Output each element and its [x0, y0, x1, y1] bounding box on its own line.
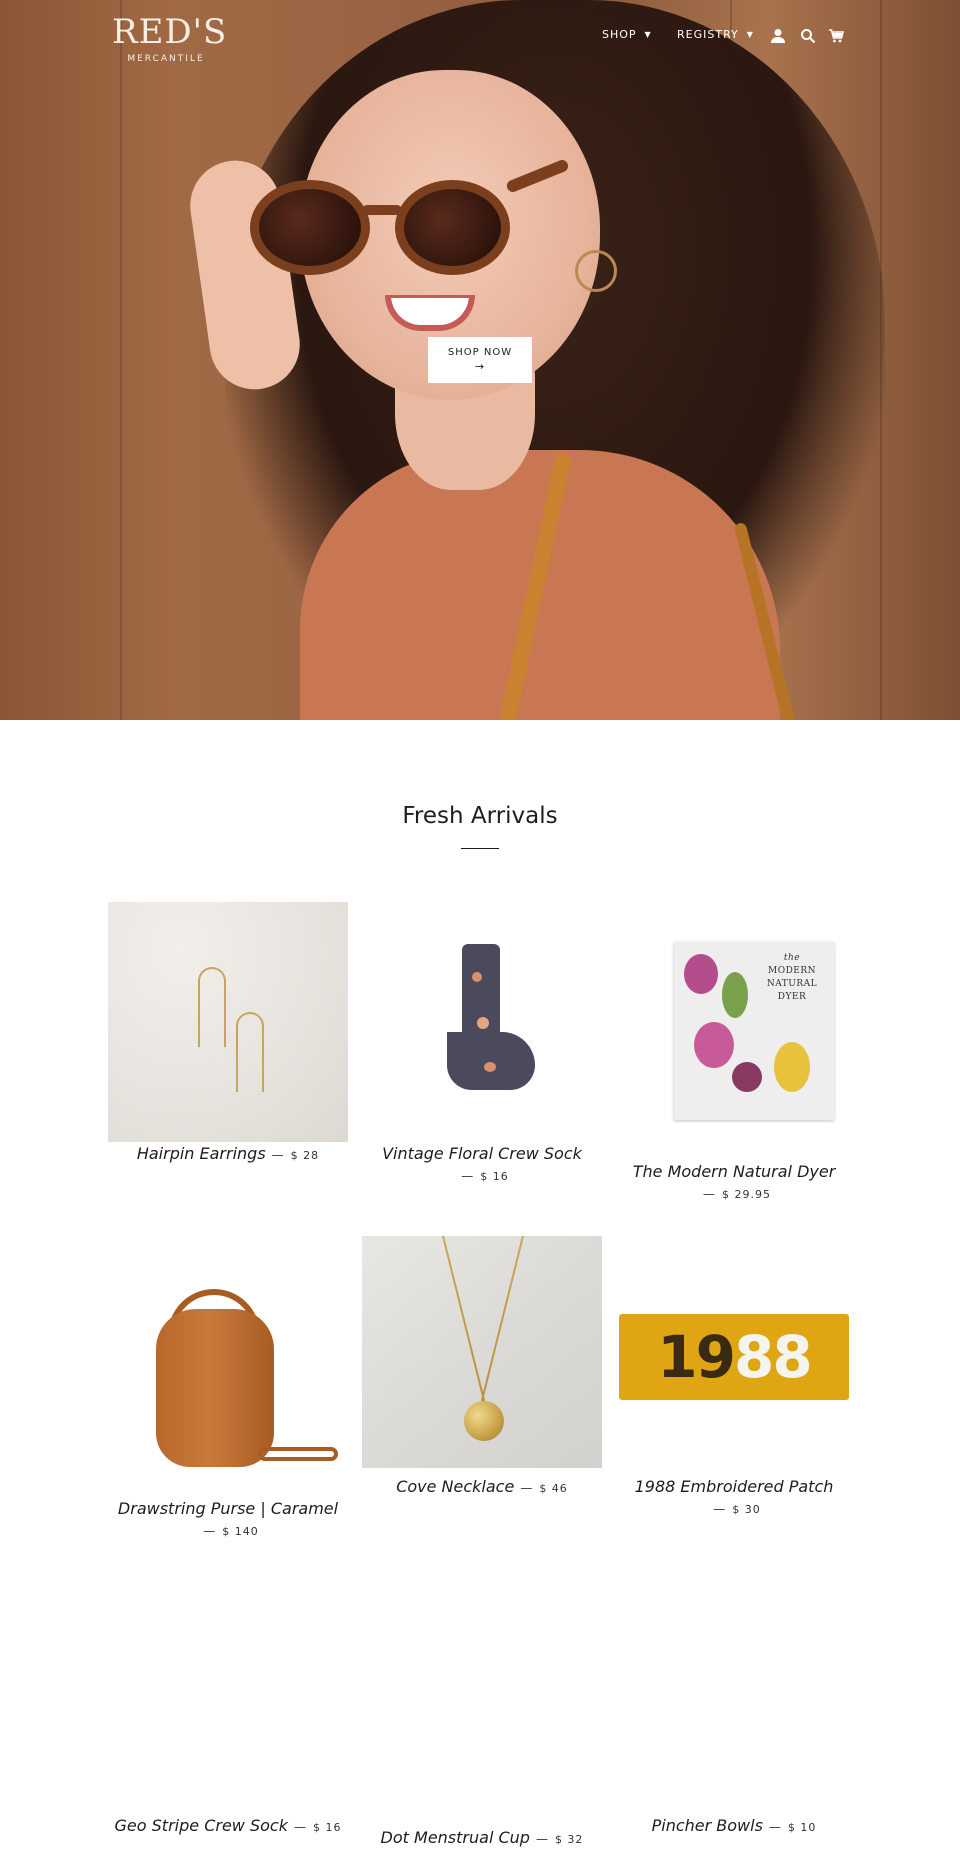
- nav-registry-label: REGISTRY: [677, 28, 739, 41]
- product-meta: Pincher Bowls — $ 10: [614, 1815, 854, 1838]
- product-meta: Dot Menstrual Cup — $ 32: [362, 1827, 602, 1850]
- product-image[interactable]: [362, 902, 602, 1142]
- product-meta: Vintage Floral Crew Sock — $ 16: [362, 1143, 602, 1187]
- product-image[interactable]: [108, 902, 348, 1142]
- book-title-line: MODERN: [767, 966, 817, 976]
- product-name[interactable]: Geo Stripe Crew Sock: [115, 1816, 288, 1835]
- product-name[interactable]: Cove Necklace: [396, 1477, 514, 1496]
- plant-decor: [722, 972, 748, 1018]
- sunglasses-bridge: [362, 205, 402, 215]
- necklace-pendant: [464, 1401, 504, 1441]
- product-meta: Cove Necklace — $ 46: [362, 1476, 602, 1499]
- product-image[interactable]: [108, 1570, 348, 1810]
- price-dash: —: [535, 1832, 548, 1846]
- product-price: $ 140: [222, 1525, 259, 1538]
- product-name[interactable]: Vintage Floral Crew Sock: [382, 1144, 582, 1163]
- floral-dot: [484, 1062, 496, 1072]
- floral-dot: [477, 1017, 489, 1029]
- product-image[interactable]: 19 88: [614, 1236, 854, 1476]
- sunglasses-lens-left: [250, 180, 370, 275]
- site-logo[interactable]: RED'S MERCANTILE: [112, 12, 228, 64]
- nav-shop[interactable]: SHOP ▼: [602, 28, 652, 41]
- sunglasses-lens-right: [395, 180, 510, 275]
- search-icon[interactable]: [800, 28, 818, 46]
- price-dash: —: [520, 1481, 533, 1495]
- plant-decor: [694, 1022, 734, 1068]
- price-dash: —: [293, 1820, 306, 1834]
- product-name[interactable]: Dot Menstrual Cup: [381, 1828, 530, 1847]
- nav-registry[interactable]: REGISTRY ▼: [677, 28, 754, 41]
- product-image[interactable]: [362, 1236, 602, 1468]
- product-image[interactable]: [108, 1237, 348, 1477]
- product-name[interactable]: Hairpin Earrings: [137, 1144, 266, 1163]
- price-dash: —: [768, 1820, 781, 1834]
- title-divider: [461, 848, 499, 849]
- product-price: $ 32: [554, 1833, 584, 1846]
- product-price: $ 16: [312, 1821, 342, 1834]
- logo-subtitle: MERCANTILE: [127, 54, 205, 64]
- product-image[interactable]: the MODERN NATURAL DYER: [614, 902, 854, 1142]
- caret-down-icon: ▼: [644, 30, 652, 39]
- plant-decor: [774, 1042, 810, 1092]
- product-price: $ 29.95: [722, 1188, 771, 1201]
- shop-now-label: SHOP NOW: [447, 347, 513, 358]
- product-price: $ 46: [539, 1482, 568, 1495]
- earring-shape: [198, 967, 226, 1047]
- price-dash: —: [203, 1524, 216, 1538]
- price-dash: —: [703, 1187, 715, 1201]
- book-title: the MODERN NATURAL DYER: [758, 952, 826, 1004]
- purse-strap: [258, 1447, 338, 1461]
- hoop-earring: [575, 250, 617, 292]
- necklace-chain: [480, 1236, 524, 1402]
- book-title-line: NATURAL: [766, 979, 818, 989]
- floral-dot: [472, 972, 482, 982]
- book-title-line: DYER: [777, 992, 807, 1002]
- patch-graphic: 19 88: [619, 1314, 849, 1400]
- product-meta: Geo Stripe Crew Sock — $ 16: [108, 1815, 348, 1838]
- caret-down-icon: ▼: [746, 30, 754, 39]
- arrow-right-icon: →: [474, 360, 486, 373]
- product-meta: Drawstring Purse | Caramel — $ 140: [108, 1498, 348, 1542]
- product-name[interactable]: 1988 Embroidered Patch: [635, 1477, 834, 1496]
- product-price: $ 16: [480, 1170, 509, 1183]
- product-meta: The Modern Natural Dyer — $ 29.95: [614, 1161, 854, 1205]
- plant-decor: [684, 954, 718, 994]
- product-image[interactable]: [614, 1570, 854, 1810]
- book-cover: the MODERN NATURAL DYER: [674, 942, 834, 1120]
- plant-decor: [732, 1062, 762, 1092]
- purse-body: [156, 1309, 274, 1467]
- patch-digits-light: 88: [734, 1323, 813, 1391]
- patch-digits-dark: 19: [657, 1323, 736, 1391]
- price-dash: —: [271, 1148, 284, 1162]
- account-icon[interactable]: [770, 28, 788, 46]
- product-name[interactable]: Drawstring Purse | Caramel: [118, 1499, 338, 1518]
- product-price: $ 28: [290, 1149, 320, 1162]
- shop-now-button[interactable]: SHOP NOW →: [428, 337, 532, 383]
- cart-icon[interactable]: [828, 28, 846, 46]
- price-dash: —: [461, 1169, 474, 1183]
- book-title-line: the: [783, 953, 801, 963]
- product-meta: 1988 Embroidered Patch — $ 30: [614, 1476, 854, 1520]
- product-image[interactable]: [362, 1570, 602, 1810]
- logo-brand: RED'S: [112, 12, 228, 52]
- product-name[interactable]: The Modern Natural Dyer: [633, 1162, 836, 1181]
- product-meta: Hairpin Earrings — $ 28: [108, 1143, 348, 1166]
- wood-grain: [120, 0, 122, 720]
- product-price: $ 30: [732, 1503, 761, 1516]
- section-title: Fresh Arrivals: [402, 803, 558, 829]
- nav-shop-label: SHOP: [602, 28, 637, 41]
- product-price: $ 10: [787, 1821, 817, 1834]
- necklace-chain: [442, 1236, 486, 1402]
- product-name[interactable]: Pincher Bowls: [652, 1816, 763, 1835]
- earring-shape: [236, 1012, 264, 1092]
- price-dash: —: [713, 1502, 726, 1516]
- sock-foot: [447, 1032, 535, 1090]
